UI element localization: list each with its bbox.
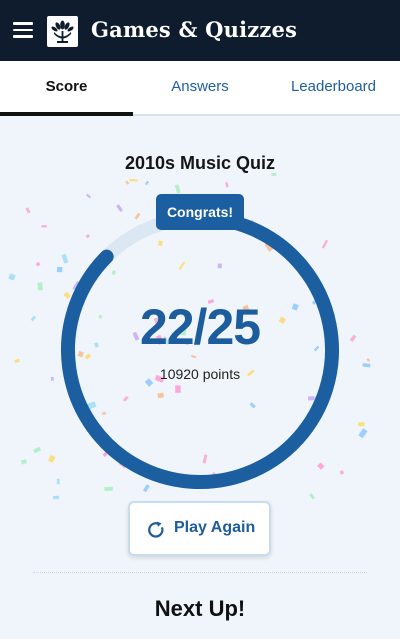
tab-score[interactable]: Score [0, 61, 133, 116]
play-again-button[interactable]: Play Again [128, 501, 271, 556]
confetti-piece [271, 172, 277, 177]
app-header: Games & Quizzes [0, 0, 400, 61]
confetti-piece [14, 358, 20, 364]
tab-divider [133, 114, 400, 116]
play-again-label: Play Again [174, 519, 256, 536]
confetti-piece [129, 179, 138, 182]
confetti-piece [366, 358, 371, 362]
confetti-piece [86, 193, 92, 199]
confetti-piece [20, 459, 27, 465]
confetti-piece [25, 207, 31, 214]
logo-icon[interactable] [47, 16, 78, 47]
points-total: 10920 points [159, 366, 241, 382]
confetti-piece [174, 184, 181, 194]
confetti-piece [358, 428, 368, 439]
hamburger-menu-icon[interactable] [13, 22, 33, 38]
section-divider [33, 572, 367, 573]
tab-answers[interactable]: Answers [133, 61, 267, 116]
confetti-piece [125, 180, 130, 185]
confetti-piece [225, 182, 229, 188]
confetti-piece [35, 261, 41, 267]
confetti-piece [144, 180, 150, 186]
tab-bar: Score Answers Leaderboard [0, 61, 400, 116]
confetti-piece [37, 282, 43, 291]
confetti-piece [8, 273, 16, 281]
confetti-piece [358, 422, 365, 427]
app-title: Games & Quizzes [91, 17, 298, 42]
next-up-heading: Next Up! [154, 596, 246, 621]
confetti-piece [41, 225, 47, 228]
tab-leaderboard[interactable]: Leaderboard [267, 61, 400, 116]
congrats-badge: Congrats! [156, 194, 244, 230]
confetti-piece [33, 446, 42, 454]
active-tab-indicator [0, 112, 133, 116]
refresh-icon [148, 521, 164, 538]
score-value: 22/25 [139, 299, 261, 355]
